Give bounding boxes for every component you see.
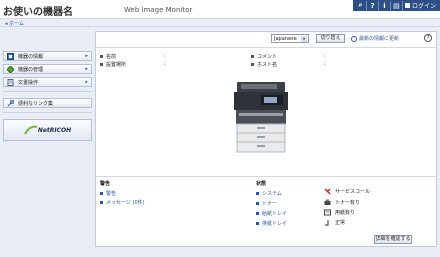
info-colon: :: [164, 53, 166, 59]
sidebar-divider: [3, 91, 92, 92]
status-label: システム: [262, 191, 282, 197]
chevron-down-icon: ▾: [301, 36, 307, 42]
device-info-icon: [7, 52, 14, 60]
legend-toner: トナー有り: [324, 199, 360, 206]
search-icon[interactable]: ⌕: [355, 0, 367, 11]
sidebar-item-device-info[interactable]: 機器の情報 ▸: [3, 51, 92, 61]
status-label: 給紙トレイ: [262, 211, 288, 217]
printer-image: [234, 82, 288, 153]
legend-label: トナー有り: [335, 200, 361, 206]
switch-button[interactable]: 切り替え: [316, 34, 345, 43]
netricoh-swoosh-icon: [23, 125, 38, 135]
bullet-icon: [100, 55, 103, 58]
link-icon: [7, 99, 14, 107]
info-colon: :: [164, 61, 166, 67]
status-label: 排紙トレイ: [262, 221, 288, 227]
status-input-tray-link[interactable]: 給紙トレイ: [256, 210, 287, 217]
breadcrumb-bar: ◂ ホーム: [0, 19, 440, 27]
messages-link-label: メッセージ (0件): [106, 200, 145, 206]
device-manage-icon: [7, 65, 14, 73]
info-host-label: ホスト名: [257, 62, 278, 68]
login-label: ログイン: [411, 3, 436, 10]
alerts-title: 警告: [100, 181, 111, 187]
status-output-tray-link[interactable]: 排紙トレイ: [256, 220, 287, 227]
divider: [96, 176, 436, 177]
info-location: 設置場所: [100, 61, 126, 68]
info-colon: :: [324, 61, 326, 67]
alert-link-label: 警告: [106, 191, 117, 197]
messages-link[interactable]: メッセージ (0件): [100, 199, 145, 206]
device-name: お使いの機器名: [3, 7, 73, 18]
info-icon[interactable]: i: [379, 0, 391, 11]
document-icon: [7, 78, 14, 86]
app-title: Web Image Monitor: [124, 6, 193, 14]
login-button[interactable]: ログイン: [403, 1, 438, 10]
bullet-icon: [256, 202, 259, 205]
bullet-icon: [256, 222, 259, 225]
bullet-icon: [256, 192, 259, 195]
breadcrumb-home[interactable]: ◂ ホーム: [5, 20, 24, 27]
bullet-icon: [251, 63, 254, 66]
bullet-icon: [100, 192, 103, 195]
divider: [96, 47, 436, 48]
refresh-label: 最新の情報に更新: [359, 36, 400, 42]
legend-label: サービスコール: [335, 189, 371, 195]
legend-label: 用紙有り: [335, 210, 356, 216]
paper-icon: [324, 209, 331, 216]
header: お使いの機器名 Web Image Monitor ⌕ ? i ▤ ログイン: [0, 0, 440, 19]
sidebar-item-label: 文書操作: [18, 79, 39, 86]
sidebar: 機器の情報 ▸ 機器の管理 ▸ 文書操作 ▸ 便利なリンク集 NetRICOH: [3, 51, 92, 141]
info-comment: コメント: [251, 53, 277, 60]
status-system-link[interactable]: システム: [256, 190, 282, 197]
details-button[interactable]: 詳細を確認する: [374, 235, 412, 244]
chevron-right-icon: ▸: [85, 79, 88, 85]
help-icon[interactable]: ?: [367, 0, 379, 11]
refresh-icon: [351, 35, 357, 42]
header-toolbar: ⌕ ? i ▤ ログイン: [352, 0, 440, 11]
language-value: Japanese: [274, 36, 297, 42]
bullet-icon: [100, 63, 103, 66]
legend-paper: 用紙有り: [324, 209, 355, 216]
login-icon: [404, 3, 410, 8]
info-name: 名前: [100, 53, 116, 60]
netricoh-logo-box[interactable]: NetRICOH: [3, 119, 92, 141]
sidebar-item-label: 機器の管理: [18, 66, 44, 73]
service-call-icon: [324, 188, 331, 195]
help-button[interactable]: ?: [424, 34, 432, 42]
sidebar-item-label: 機器の情報: [18, 53, 44, 60]
status-label: トナー: [262, 201, 278, 207]
status-title: 状態: [256, 181, 267, 187]
bullet-icon: [100, 201, 103, 204]
sidebar-divider: [3, 112, 92, 113]
info-location-label: 設置場所: [106, 62, 127, 68]
bullet-icon: [251, 55, 254, 58]
language-select[interactable]: Japanese ▾: [271, 34, 309, 43]
refresh-link[interactable]: 最新の情報に更新: [351, 35, 399, 42]
legend-service-call: サービスコール: [324, 188, 370, 195]
info-colon: :: [324, 53, 326, 59]
info-name-label: 名前: [106, 54, 117, 60]
legend-ok: 正常: [324, 219, 345, 226]
chevron-right-icon: ▸: [85, 53, 88, 59]
sidebar-item-documents[interactable]: 文書操作 ▸: [3, 77, 92, 87]
alert-link[interactable]: 警告: [100, 190, 116, 197]
ok-icon: [324, 219, 331, 226]
chevron-right-icon: ▸: [85, 66, 88, 72]
main-panel: Japanese ▾ 切り替え 最新の情報に更新 ? 名前 : 設置場所 : コ…: [95, 31, 437, 247]
sidebar-item-device-manage[interactable]: 機器の管理 ▸: [3, 64, 92, 74]
netricoh-logo: NetRICOH: [37, 126, 72, 134]
status-toner-link[interactable]: トナー: [256, 200, 277, 207]
info-comment-label: コメント: [257, 54, 278, 60]
sidebar-item-label: 便利なリンク集: [18, 100, 54, 107]
bullet-icon: [256, 212, 259, 215]
info-host: ホスト名: [251, 61, 277, 68]
document-icon[interactable]: ▤: [391, 0, 403, 11]
sidebar-item-links[interactable]: 便利なリンク集: [3, 98, 92, 108]
legend-label: 正常: [335, 220, 346, 226]
toner-icon: [324, 199, 331, 206]
